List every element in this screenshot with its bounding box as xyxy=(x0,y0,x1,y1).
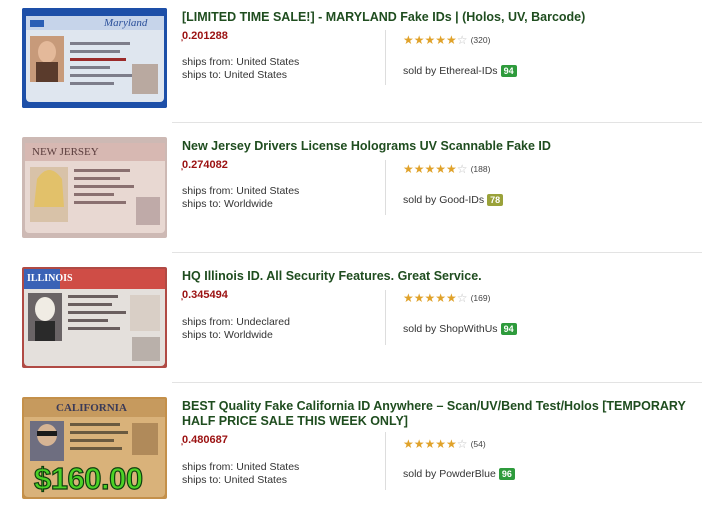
card-state-name: CALIFORNIA xyxy=(56,402,127,414)
rating-stars: ★★★★★☆ (54) xyxy=(403,437,486,451)
ships-to: ships to: United States xyxy=(182,474,288,486)
listing-title-link[interactable]: BEST Quality Fake California ID Anywhere… xyxy=(182,399,707,429)
listing-item: CALIFORNIA $160.00 BEST Quality Fake Cal… xyxy=(0,0,713,507)
sold-by-label: sold by xyxy=(403,468,437,480)
seller-score-badge: 96 xyxy=(498,468,515,480)
seller-info: sold by PowderBlue 96 xyxy=(403,468,515,480)
overlay-price-text: $160.00 xyxy=(33,460,143,496)
ships-from: ships from: United States xyxy=(182,461,300,473)
column-divider xyxy=(385,432,386,490)
listing-price: ̦0.480687 xyxy=(182,434,228,446)
seller-link[interactable]: PowderBlue xyxy=(439,468,496,480)
ships-info: ships from: United States ships to: Unit… xyxy=(182,461,299,487)
product-thumbnail[interactable]: CALIFORNIA $160.00 xyxy=(22,397,167,499)
rating-count: (54) xyxy=(470,439,486,449)
